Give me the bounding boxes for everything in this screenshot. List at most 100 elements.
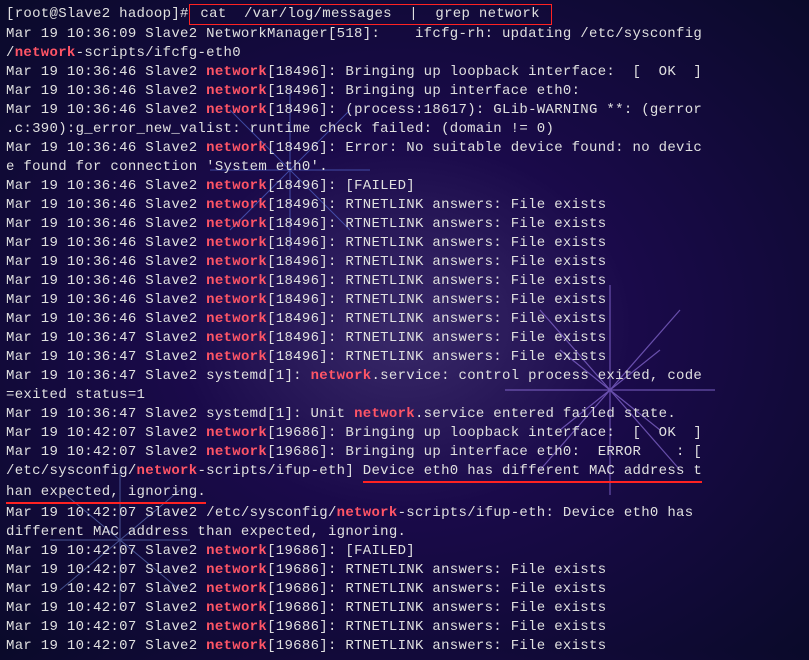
- log-line: han expected, ignoring.: [6, 483, 803, 504]
- log-text: Mar 19 10:36:46 Slave2: [6, 273, 206, 289]
- log-text: [19686]: RTNETLINK answers: File exists: [267, 638, 606, 654]
- log-text: Mar 19 10:42:07 Slave2: [6, 425, 206, 441]
- log-text: Mar 19 10:42:07 Slave2: [6, 600, 206, 616]
- log-text: [18496]: RTNETLINK answers: File exists: [267, 349, 606, 365]
- log-text: Mar 19 10:42:07 Slave2: [6, 581, 206, 597]
- log-line: /etc/sysconfig/network-scripts/ifup-eth]…: [6, 462, 803, 483]
- log-text: Mar 19 10:36:46 Slave2: [6, 254, 206, 270]
- log-text: [19686]: RTNETLINK answers: File exists: [267, 581, 606, 597]
- grep-match: network: [206, 600, 267, 616]
- grep-match: network: [206, 311, 267, 327]
- grep-match: network: [206, 83, 267, 99]
- log-line: Mar 19 10:36:46 Slave2 network[18496]: R…: [6, 234, 803, 253]
- log-text: [18496]: RTNETLINK answers: File exists: [267, 311, 606, 327]
- log-text: Mar 19 10:42:07 Slave2 /etc/sysconfig/: [6, 505, 337, 521]
- shell-command[interactable]: cat /var/log/messages | grep network: [189, 4, 552, 25]
- grep-match: network: [206, 349, 267, 365]
- log-text: Mar 19 10:36:46 Slave2: [6, 292, 206, 308]
- log-text: [18496]: (process:18617): GLib-WARNING *…: [267, 102, 702, 118]
- grep-match: network: [337, 505, 398, 521]
- grep-match: network: [206, 292, 267, 308]
- log-text: Mar 19 10:42:07 Slave2: [6, 619, 206, 635]
- log-line: Mar 19 10:36:46 Slave2 network[18496]: R…: [6, 215, 803, 234]
- log-text: [19686]: Bringing up loopback interface:…: [267, 425, 702, 441]
- log-line: Mar 19 10:36:46 Slave2 network[18496]: R…: [6, 291, 803, 310]
- log-line: Mar 19 10:36:46 Slave2 network[18496]: R…: [6, 272, 803, 291]
- log-line: Mar 19 10:42:07 Slave2 network[19686]: R…: [6, 599, 803, 618]
- log-text: [19686]: Bringing up interface eth0: ERR…: [267, 444, 702, 460]
- log-text: [18496]: RTNETLINK answers: File exists: [267, 235, 606, 251]
- log-line: e found for connection 'System eth0'.: [6, 158, 803, 177]
- log-line: Mar 19 10:36:46 Slave2 network[18496]: (…: [6, 101, 803, 120]
- log-line: Mar 19 10:42:07 Slave2 network[19686]: B…: [6, 424, 803, 443]
- log-text: [19686]: RTNETLINK answers: File exists: [267, 619, 606, 635]
- log-text: -scripts/ifup-eth]: [197, 463, 362, 479]
- grep-match: network: [206, 425, 267, 441]
- log-text: Mar 19 10:36:46 Slave2: [6, 216, 206, 232]
- log-line: different MAC address than expected, ign…: [6, 523, 803, 542]
- log-text: [18496]: RTNETLINK answers: File exists: [267, 273, 606, 289]
- prompt-line: [root@Slave2 hadoop]# cat /var/log/messa…: [6, 4, 803, 25]
- log-line: /network-scripts/ifcfg-eth0: [6, 44, 803, 63]
- log-line: Mar 19 10:36:46 Slave2 network[18496]: R…: [6, 253, 803, 272]
- log-line: Mar 19 10:36:46 Slave2 network[18496]: R…: [6, 310, 803, 329]
- grep-match: network: [206, 64, 267, 80]
- log-text: Mar 19 10:36:46 Slave2: [6, 197, 206, 213]
- log-text: Mar 19 10:36:46 Slave2: [6, 64, 206, 80]
- annotated-text: Device eth0 has different MAC address t: [363, 462, 702, 483]
- grep-match: network: [206, 581, 267, 597]
- log-text: [18496]: Error: No suitable device found…: [267, 140, 702, 156]
- log-text: [19686]: [FAILED]: [267, 543, 415, 559]
- log-text: Mar 19 10:36:46 Slave2: [6, 178, 206, 194]
- log-line: Mar 19 10:42:07 Slave2 network[19686]: R…: [6, 618, 803, 637]
- grep-match: network: [206, 619, 267, 635]
- grep-match: network: [206, 254, 267, 270]
- grep-match: network: [206, 140, 267, 156]
- log-text: Mar 19 10:36:46 Slave2: [6, 102, 206, 118]
- log-line: Mar 19 10:42:07 Slave2 network[19686]: B…: [6, 443, 803, 462]
- shell-prompt: [root@Slave2 hadoop]#: [6, 6, 189, 22]
- grep-match: network: [206, 102, 267, 118]
- log-line: Mar 19 10:36:47 Slave2 network[18496]: R…: [6, 329, 803, 348]
- log-text: Mar 19 10:42:07 Slave2: [6, 543, 206, 559]
- log-text: [18496]: RTNETLINK answers: File exists: [267, 292, 606, 308]
- log-text: -scripts/ifcfg-eth0: [76, 45, 241, 61]
- log-text: [18496]: [FAILED]: [267, 178, 415, 194]
- log-text: .service entered failed state.: [415, 406, 676, 422]
- terminal-output[interactable]: [root@Slave2 hadoop]# cat /var/log/messa…: [0, 0, 809, 660]
- log-text: [19686]: RTNETLINK answers: File exists: [267, 600, 606, 616]
- log-text: Mar 19 10:36:47 Slave2: [6, 330, 206, 346]
- grep-match: network: [206, 178, 267, 194]
- log-text: Mar 19 10:36:46 Slave2: [6, 83, 206, 99]
- log-line: Mar 19 10:42:07 Slave2 network[19686]: […: [6, 542, 803, 561]
- log-line: Mar 19 10:42:07 Slave2 network[19686]: R…: [6, 561, 803, 580]
- log-line: Mar 19 10:36:46 Slave2 network[18496]: B…: [6, 63, 803, 82]
- grep-match: network: [206, 197, 267, 213]
- log-text: Mar 19 10:36:47 Slave2 systemd[1]:: [6, 368, 311, 384]
- log-line: Mar 19 10:36:47 Slave2 systemd[1]: Unit …: [6, 405, 803, 424]
- log-text: [18496]: RTNETLINK answers: File exists: [267, 216, 606, 232]
- grep-match: network: [206, 235, 267, 251]
- log-text: -scripts/ifup-eth: Device eth0 has: [398, 505, 703, 521]
- grep-match: network: [206, 562, 267, 578]
- log-line: Mar 19 10:36:46 Slave2 network[18496]: B…: [6, 82, 803, 101]
- log-text: [18496]: RTNETLINK answers: File exists: [267, 254, 606, 270]
- log-text: Mar 19 10:36:46 Slave2: [6, 140, 206, 156]
- log-line: Mar 19 10:36:09 Slave2 NetworkManager[51…: [6, 25, 803, 44]
- grep-match: network: [137, 463, 198, 479]
- log-line: =exited status=1: [6, 386, 803, 405]
- log-line: Mar 19 10:36:46 Slave2 network[18496]: R…: [6, 196, 803, 215]
- grep-match: network: [206, 638, 267, 654]
- grep-match: network: [206, 273, 267, 289]
- log-text: =exited status=1: [6, 387, 145, 403]
- log-text: different MAC address than expected, ign…: [6, 524, 406, 540]
- grep-match: network: [15, 45, 76, 61]
- log-text: e found for connection 'System eth0'.: [6, 159, 328, 175]
- log-line: Mar 19 10:42:07 Slave2 network[19686]: R…: [6, 580, 803, 599]
- log-line: Mar 19 10:36:47 Slave2 network[18496]: R…: [6, 348, 803, 367]
- log-text: /: [6, 45, 15, 61]
- log-text: Mar 19 10:42:07 Slave2: [6, 444, 206, 460]
- log-text: [18496]: Bringing up loopback interface:…: [267, 64, 702, 80]
- log-line: Mar 19 10:36:46 Slave2 network[18496]: […: [6, 177, 803, 196]
- log-text: Mar 19 10:36:46 Slave2: [6, 311, 206, 327]
